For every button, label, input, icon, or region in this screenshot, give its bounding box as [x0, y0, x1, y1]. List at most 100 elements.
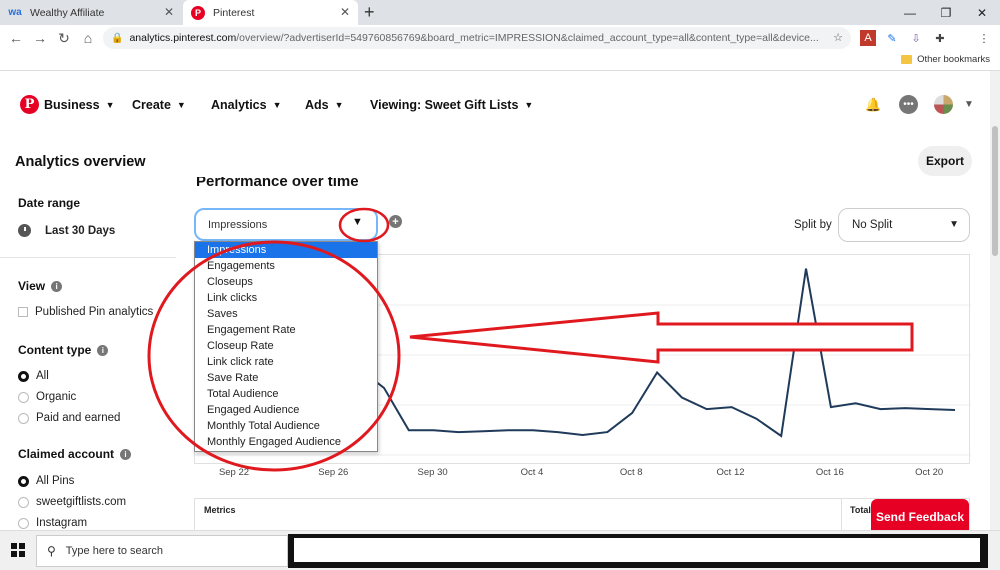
- add-metric-icon[interactable]: +: [389, 215, 402, 228]
- metric-option[interactable]: Link click rate: [195, 354, 377, 370]
- radio-icon[interactable]: [18, 412, 29, 424]
- reload-icon[interactable]: ↻: [52, 30, 76, 47]
- date-range-select[interactable]: Last 30 Days: [18, 224, 115, 237]
- nav-label: Analytics: [211, 98, 267, 112]
- extension-download-icon[interactable]: ⇩: [908, 30, 924, 46]
- heading-label: Claimed account: [18, 447, 115, 461]
- view-heading: View i: [18, 279, 63, 293]
- metric-option[interactable]: Link clicks: [195, 290, 377, 306]
- option-label: All Pins: [36, 475, 75, 487]
- metric-option[interactable]: Engaged Audience: [195, 402, 377, 418]
- claimed-account-all-pins[interactable]: All Pins: [18, 475, 74, 487]
- chevron-down-icon: ▼: [524, 100, 534, 110]
- metric-option[interactable]: Save Rate: [195, 370, 377, 386]
- nav-viewing-account[interactable]: Viewing: Sweet Gift Lists ▼: [370, 98, 533, 112]
- close-tab-icon[interactable]: ✕: [164, 5, 174, 19]
- metric-option[interactable]: Monthly Total Audience: [195, 418, 377, 434]
- search-placeholder: Type here to search: [65, 545, 164, 557]
- metric-option[interactable]: Saves: [195, 306, 377, 322]
- divider: [0, 257, 176, 258]
- radio-icon[interactable]: [18, 517, 29, 529]
- x-tick-label: Oct 8: [619, 467, 643, 478]
- view-option-published-pin[interactable]: Published Pin analytics: [18, 306, 153, 318]
- claimed-account-heading: Claimed account i: [18, 447, 132, 461]
- radio-selected-icon[interactable]: [18, 370, 29, 382]
- metric-option[interactable]: Closeups: [195, 274, 377, 290]
- metric-option[interactable]: Closeup Rate: [195, 338, 377, 354]
- x-tick-label: Oct 16: [815, 467, 844, 478]
- wealthy-affiliate-favicon-icon: wa: [8, 7, 22, 18]
- nav-label: Create: [132, 98, 171, 112]
- messages-icon[interactable]: •••: [899, 95, 918, 114]
- content-type-paid[interactable]: Paid and earned: [18, 412, 120, 424]
- url-domain: analytics.pinterest.com: [129, 32, 237, 44]
- metric-option[interactable]: Total Audience: [195, 386, 377, 402]
- notifications-bell-icon[interactable]: 🔔: [864, 95, 883, 114]
- nav-analytics[interactable]: Analytics ▼: [211, 98, 282, 112]
- date-range-heading: Date range: [18, 196, 80, 210]
- maximize-icon[interactable]: ❐: [928, 0, 964, 25]
- content-type-all[interactable]: All: [18, 370, 49, 382]
- option-label: Published Pin analytics: [35, 306, 154, 318]
- close-tab-icon[interactable]: ✕: [340, 5, 350, 19]
- heading-label: Date range: [18, 196, 81, 210]
- option-label: sweetgiftlists.com: [36, 496, 127, 508]
- page-scrollbar[interactable]: [990, 71, 1000, 530]
- browser-tab-strip: wa Wealthy Affiliate ✕ P Pinterest ✕ + —…: [0, 0, 1000, 25]
- split-by-select[interactable]: No Split ▼: [838, 208, 970, 242]
- date-range-value: Last 30 Days: [45, 224, 116, 237]
- tab-wealthy-affiliate[interactable]: wa Wealthy Affiliate ✕: [0, 0, 182, 25]
- pinterest-logo-icon[interactable]: P: [20, 95, 39, 114]
- taskbar-search[interactable]: ⚲ Type here to search: [36, 535, 288, 567]
- browser-menu-icon[interactable]: ⋮: [976, 30, 992, 46]
- folder-icon: [901, 55, 913, 64]
- windows-start-icon[interactable]: [11, 543, 25, 557]
- home-icon[interactable]: ⌂: [76, 30, 100, 46]
- x-tick-label: Sep 26: [318, 467, 349, 478]
- back-icon[interactable]: ←: [4, 30, 28, 46]
- heading-label: Content type: [18, 343, 92, 357]
- avatar[interactable]: [934, 95, 953, 114]
- other-bookmarks[interactable]: Other bookmarks: [901, 54, 990, 65]
- extension-feather-icon[interactable]: ✎: [884, 30, 900, 46]
- metric-option[interactable]: Engagements: [195, 258, 377, 274]
- new-tab-icon[interactable]: +: [364, 2, 375, 23]
- radio-selected-icon[interactable]: [18, 475, 29, 487]
- nav-label: Viewing: Sweet Gift Lists: [370, 98, 519, 112]
- info-icon[interactable]: i: [97, 344, 109, 356]
- info-icon[interactable]: i: [120, 448, 132, 460]
- nav-create[interactable]: Create ▼: [132, 98, 186, 112]
- bookmark-star-icon[interactable]: ☆: [833, 31, 843, 44]
- export-button[interactable]: Export: [918, 146, 972, 176]
- x-tick-label: Oct 4: [520, 467, 544, 478]
- metric-option[interactable]: Impressions: [195, 242, 377, 258]
- metric-select[interactable]: Impressions: [194, 208, 378, 241]
- bookmarks-bar: Other bookmarks: [0, 51, 1000, 71]
- info-icon[interactable]: i: [51, 280, 63, 292]
- radio-icon[interactable]: [18, 391, 29, 403]
- nav-business[interactable]: Business ▼: [44, 98, 115, 112]
- metric-option[interactable]: Monthly Engaged Audience: [195, 434, 377, 450]
- split-value: No Split: [852, 219, 893, 231]
- nav-ads[interactable]: Ads ▼: [305, 98, 344, 112]
- account-chevron-down-icon[interactable]: ▼: [964, 99, 974, 110]
- forward-icon[interactable]: →: [28, 30, 52, 46]
- radio-icon[interactable]: [18, 496, 29, 508]
- extension-pdf-icon[interactable]: A: [860, 30, 876, 46]
- content-type-organic[interactable]: Organic: [18, 391, 76, 403]
- scrollbar-thumb[interactable]: [992, 126, 998, 256]
- claimed-account-instagram[interactable]: Instagram: [18, 517, 87, 529]
- heading-label: View: [18, 279, 46, 293]
- extensions-puzzle-icon[interactable]: ✚: [932, 30, 948, 46]
- total-column-header[interactable]: Total: [850, 505, 871, 515]
- filters-sidebar: Date range Last 30 Days View i Published …: [0, 186, 176, 530]
- claimed-account-website[interactable]: sweetgiftlists.com: [18, 496, 126, 508]
- address-bar[interactable]: 🔒 analytics.pinterest.com /overview/?adv…: [103, 27, 851, 49]
- metric-option[interactable]: Engagement Rate: [195, 322, 377, 338]
- chevron-down-icon[interactable]: ▼: [352, 216, 363, 228]
- url-path: /overview/?advertiserId=549760856769&boa…: [236, 32, 819, 44]
- tab-pinterest[interactable]: P Pinterest ✕: [183, 0, 358, 25]
- checkbox-icon[interactable]: [18, 307, 28, 317]
- close-window-icon[interactable]: ✕: [964, 0, 1000, 25]
- minimize-icon[interactable]: —: [892, 0, 928, 25]
